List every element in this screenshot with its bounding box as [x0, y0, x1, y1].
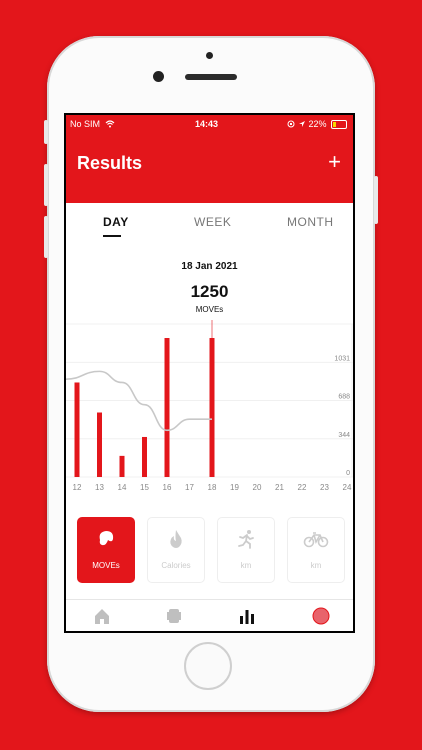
power-button [374, 176, 378, 224]
tab-day[interactable]: DAY [103, 215, 129, 229]
battery-icon [331, 120, 347, 130]
selected-date: 18 Jan 2021 [181, 261, 238, 272]
status-right: 22% [287, 119, 347, 130]
status-time: 14:43 [195, 119, 219, 129]
wifi-icon [105, 120, 114, 128]
y-tick-label: 688 [338, 394, 350, 401]
x-tick-label: 18 [208, 483, 217, 492]
front-camera [153, 71, 164, 82]
lock-rotation-icon [287, 120, 295, 128]
battery-percent: 22% [308, 119, 327, 129]
y-tick-label: 344 [338, 432, 350, 439]
x-tick-label: 17 [185, 483, 194, 492]
tab-month[interactable]: MONTH [287, 215, 334, 229]
mute-switch [44, 120, 48, 144]
metric-moves-card[interactable]: MOVEs [77, 517, 135, 583]
chart-bar [164, 338, 170, 477]
metric-run-card[interactable]: km [217, 517, 275, 583]
metric-moves-label: MOVEs [92, 561, 120, 570]
x-tick-label: 21 [275, 483, 284, 492]
volume-up-button [44, 164, 48, 206]
chart-bar [209, 338, 215, 477]
y-tick-label: 0 [346, 470, 350, 477]
tracker-icon [167, 609, 181, 623]
x-tick-label: 12 [73, 483, 82, 492]
earpiece-speaker [185, 74, 237, 80]
moves-chart[interactable]: 0 344 688 1031 12 13 14 15 16 17 18 19 20 21 22 23 24 [66, 320, 353, 498]
total-unit: MOVEs [195, 305, 224, 314]
y-tick-label: 1031 [334, 355, 350, 362]
status-bar: No SIM 14:43 22% [66, 115, 353, 133]
chart-bar [97, 412, 102, 477]
x-tick-label: 13 [95, 483, 104, 492]
add-button[interactable]: + [328, 151, 341, 173]
x-tick-label: 20 [253, 483, 262, 492]
nav-home[interactable] [92, 606, 112, 626]
flame-icon [170, 530, 182, 548]
metric-bike-card[interactable]: km [287, 517, 345, 583]
home-icon [95, 609, 109, 624]
tab-bar [66, 599, 353, 631]
home-button[interactable] [184, 642, 232, 690]
nav-stats[interactable] [237, 606, 257, 626]
nav-tracker[interactable] [164, 606, 184, 626]
metric-calories-card[interactable]: Calories [147, 517, 205, 583]
proximity-sensor [206, 52, 213, 59]
metric-run-label: km [240, 561, 252, 570]
app: No SIM 14:43 22% Results + DAY WEEK MONT… [66, 115, 353, 631]
chart-bar [119, 455, 125, 477]
carrier-text: No SIM [70, 119, 101, 129]
tab-week[interactable]: WEEK [194, 215, 231, 229]
nav-record[interactable] [311, 606, 331, 626]
stats-icon [240, 610, 254, 624]
tab-day-underline [103, 235, 121, 237]
bike-icon [303, 532, 329, 548]
runner-icon [238, 530, 254, 549]
x-tick-label: 14 [118, 483, 127, 492]
moves-icon [99, 531, 114, 546]
location-icon [298, 121, 305, 127]
header: No SIM 14:43 22% Results + [66, 115, 353, 203]
chart-bar [74, 382, 80, 477]
page-title: Results [77, 153, 143, 173]
x-tick-label: 15 [140, 483, 149, 492]
x-tick-label: 24 [343, 483, 352, 492]
metric-selector: MOVEs Calories km km [66, 517, 353, 587]
x-tick-label: 16 [163, 483, 172, 492]
phone-screen: No SIM 14:43 22% Results + DAY WEEK MONT… [64, 113, 355, 633]
metric-calories-label: Calories [161, 561, 191, 570]
record-icon [312, 607, 330, 625]
x-tick-label: 23 [320, 483, 329, 492]
total-value: 1250 [190, 282, 229, 301]
metric-bike-label: km [310, 561, 322, 570]
x-tick-label: 22 [298, 483, 307, 492]
carrier: No SIM [70, 119, 115, 129]
volume-down-button [44, 216, 48, 258]
period-tabs: DAY WEEK MONTH [66, 215, 353, 239]
x-tick-label: 19 [230, 483, 239, 492]
chart-bar [142, 436, 147, 477]
